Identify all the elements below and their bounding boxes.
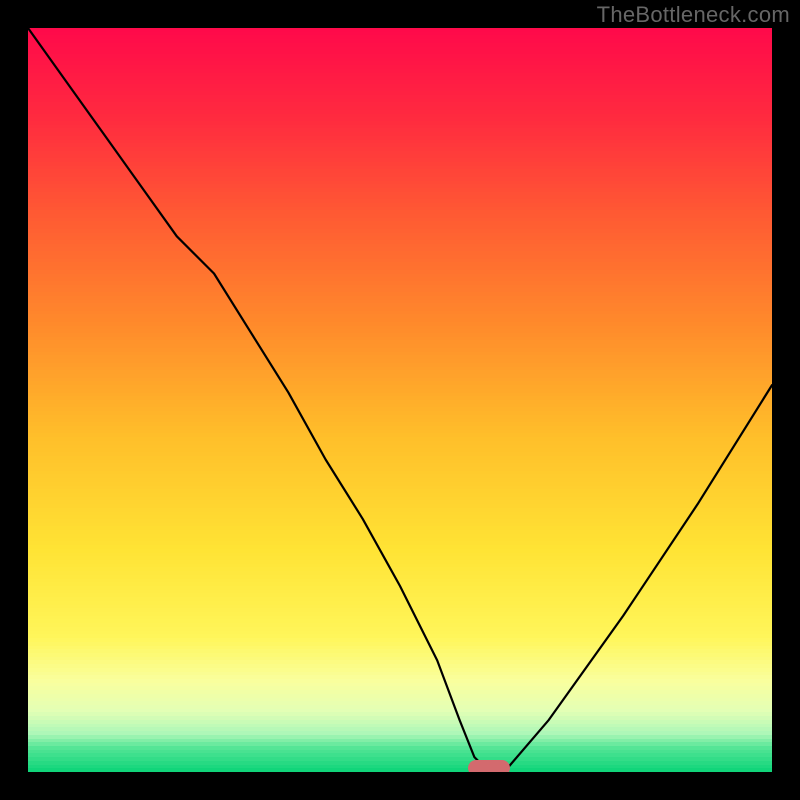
- chart-frame: TheBottleneck.com: [0, 0, 800, 800]
- optimal-marker: [468, 760, 510, 772]
- plot-area: [28, 28, 772, 772]
- bottleneck-curve: [28, 28, 772, 772]
- watermark-text: TheBottleneck.com: [597, 2, 790, 28]
